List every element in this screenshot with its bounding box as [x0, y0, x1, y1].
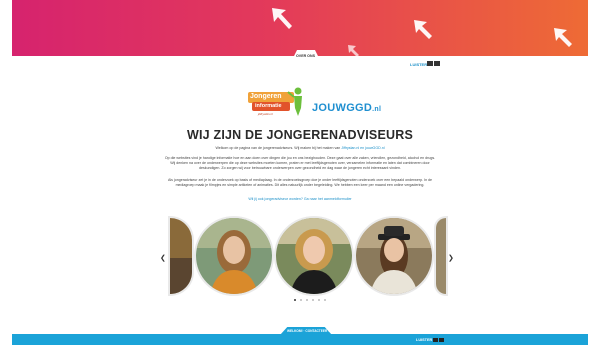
page-title: WIJ ZIJN DE JONGERENADVISEURS: [187, 128, 413, 142]
footer-listen-button[interactable]: LUISTER: [416, 338, 432, 342]
play-icon[interactable]: [427, 61, 433, 66]
carousel-dot[interactable]: [312, 299, 315, 302]
footer-tab-label[interactable]: WELKOM! · CONTACTEER ONS ALS JONGE: [287, 329, 354, 333]
play-icon[interactable]: [433, 338, 438, 342]
carousel-photo: [356, 218, 432, 294]
carousel-photo: [170, 218, 192, 294]
logo-sub: jiiifryslân.nl: [258, 112, 273, 116]
jongeren-informatie-logo[interactable]: Jongeren informatie jiiifryslân.nl: [244, 86, 308, 120]
cta-text: Wil jij ook jongeradviseur worden? Ga na…: [162, 197, 438, 202]
hero-banner: [12, 0, 588, 57]
settings-icon[interactable]: [434, 61, 440, 66]
jouwggd-logo[interactable]: JOUWGGD.nl: [312, 102, 381, 114]
intro-prefix: Welkom op de pagina van de jongerenadvis…: [215, 146, 341, 150]
carousel-photo: [196, 218, 272, 294]
body-paragraph-1: Op die websites vind je handige informat…: [164, 156, 436, 170]
chevron-right-icon[interactable]: ❯: [448, 254, 454, 262]
intro-link[interactable]: Jiffryslan.nl en jouwGGD.nl: [341, 146, 384, 150]
page: OVER ONS LUISTER Jongeren informatie jii…: [12, 0, 588, 345]
intro-text: Welkom op de pagina van de jongerenadvis…: [162, 146, 438, 151]
carousel-dot[interactable]: [294, 299, 297, 302]
carousel-dot[interactable]: [324, 299, 327, 302]
top-tab-label[interactable]: OVER ONS: [296, 54, 315, 58]
cta-prefix: Wil jij ook jongeradviseur worden? Ga na…: [248, 197, 317, 201]
carousel-dot[interactable]: [318, 299, 321, 302]
logo-line1: Jongeren: [250, 93, 282, 100]
settings-icon[interactable]: [439, 338, 444, 342]
logo-line2: informatie: [255, 103, 282, 109]
signup-link[interactable]: het aanmeldformulier: [318, 197, 352, 201]
listen-button[interactable]: LUISTER: [410, 62, 427, 67]
carousel-dot[interactable]: [300, 299, 303, 302]
chevron-left-icon[interactable]: ❮: [160, 254, 166, 262]
team-carousel[interactable]: ❮ ❯: [160, 218, 454, 296]
carousel-photo: [436, 218, 446, 294]
logo-right-suffix: .nl: [372, 106, 382, 113]
carousel-dot[interactable]: [306, 299, 309, 302]
footer-bar: [12, 334, 588, 345]
logo-right-main: JOUWGGD: [312, 102, 373, 114]
carousel-photo: [276, 218, 352, 294]
body-paragraph-2: Als jongeradviseur zet je in de onderzoe…: [167, 178, 433, 187]
